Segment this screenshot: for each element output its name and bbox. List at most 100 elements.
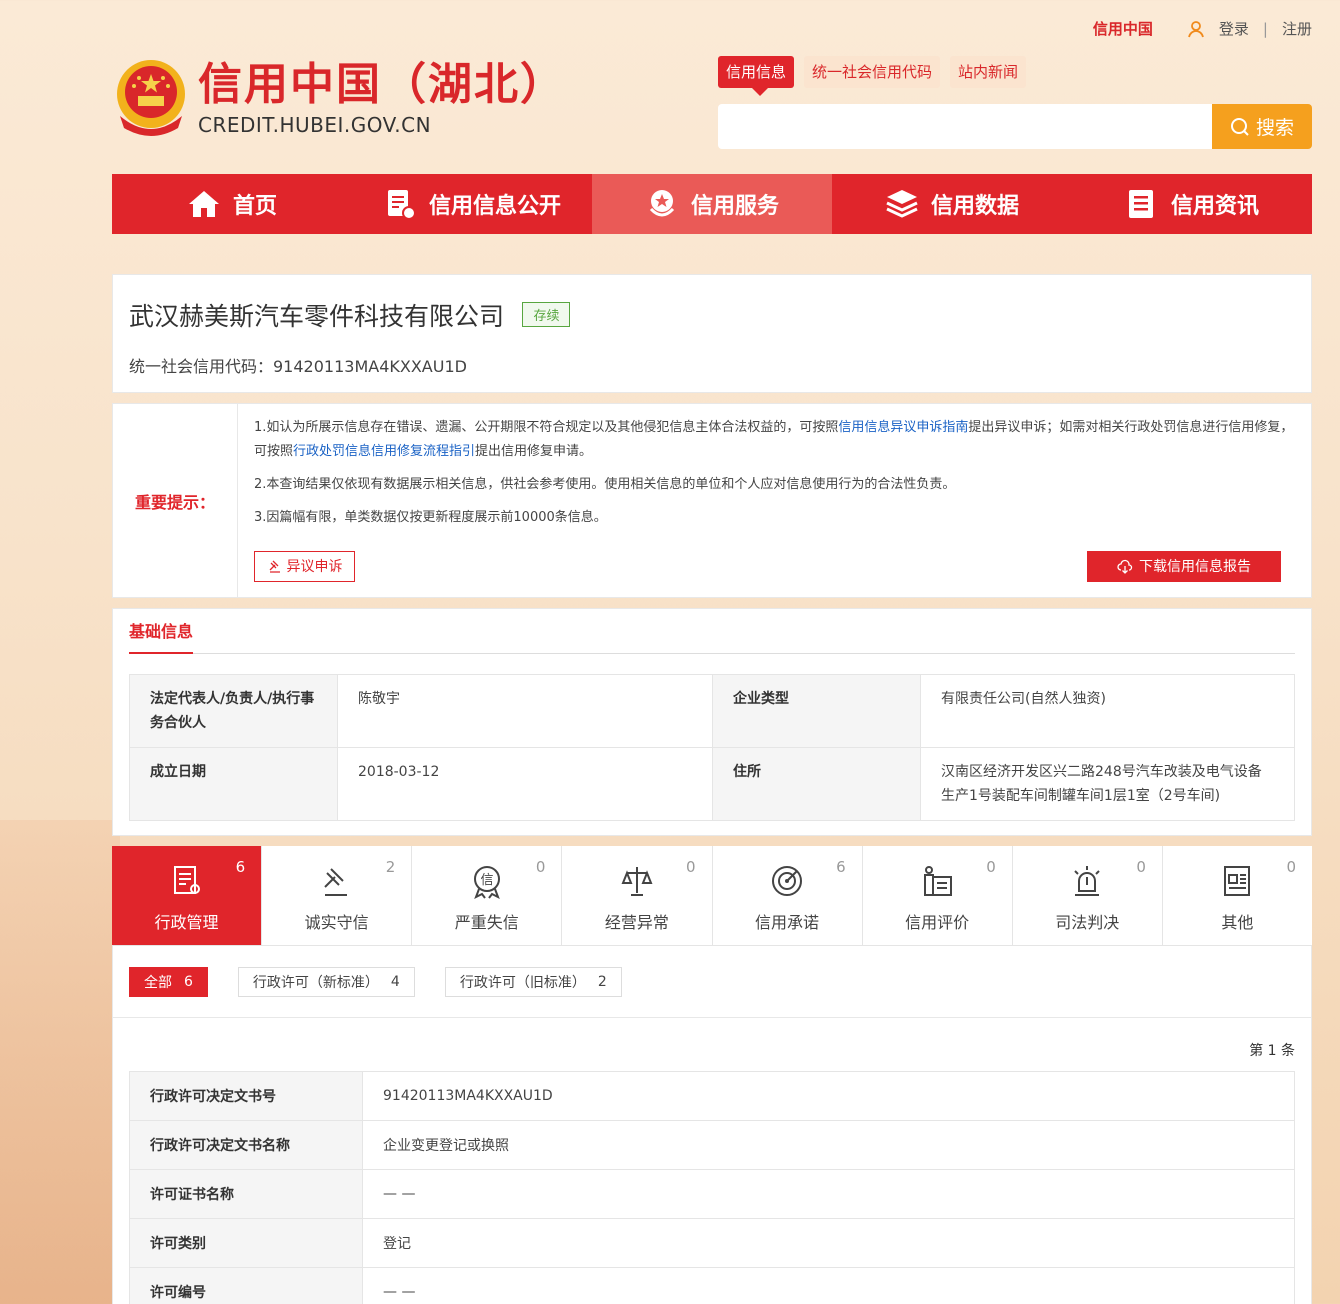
nav-item-credit-news[interactable]: 信用资讯	[1072, 174, 1312, 234]
objection-guide-link[interactable]: 信用信息异议申诉指南	[838, 420, 968, 435]
nav-item-credit-data[interactable]: 信用数据	[832, 174, 1072, 234]
gavel-icon	[323, 868, 347, 896]
info-key: 住所	[712, 747, 921, 821]
nav-item-home[interactable]: 首页	[112, 174, 352, 234]
category-count: 6	[235, 858, 246, 876]
basic-info-title: 基础信息	[129, 609, 194, 654]
notice-line-3: 3.因篇幅有限，单类数据仅按更新程度展示前10000条信息。	[254, 510, 607, 525]
scales-icon	[621, 867, 653, 896]
site-logo[interactable]: 信用中国（湖北） CREDIT.HUBEI.GOV.CN	[112, 56, 566, 138]
top-brand-link[interactable]: 信用中国	[1093, 18, 1153, 39]
info-value: 汉南区经济开发区兴二路248号汽车改装及电气设备生产1号装配车间制罐车间1层1室…	[920, 747, 1295, 821]
category-label: 信用承诺	[755, 913, 820, 932]
notice-label: 重要提示：	[113, 404, 238, 597]
category-tab-credit-evaluation[interactable]: 0 信用评价	[862, 846, 1013, 945]
company-name: 武汉赫美斯汽车零件科技有限公司	[129, 302, 505, 331]
notice-body: 1.如认为所展示信息存在错误、遗漏、公开期限不符合规定以及其他侵犯信息主体合法权…	[238, 404, 1311, 597]
nav-label: 信用数据	[930, 194, 1019, 219]
news-icon	[1128, 190, 1153, 218]
notice-line-2: 2.本查询结果仅依现有数据展示相关信息，供社会参考使用。使用相关信息的单位和个人…	[254, 477, 956, 492]
record-table: 行政许可决定文书号 91420113MA4KXXAU1D 行政许可决定文书名称 企业…	[129, 1071, 1295, 1304]
category-count: 0	[986, 858, 996, 876]
category-tab-judicial[interactable]: 0 司法判决	[1012, 846, 1163, 945]
record-key: 许可类别	[129, 1218, 363, 1268]
category-label: 司法判决	[1055, 913, 1120, 932]
search-tabs: 信用信息 统一社会信用代码 站内新闻	[718, 56, 1027, 96]
search-button[interactable]: 搜索	[1212, 104, 1312, 149]
target-icon	[772, 866, 803, 896]
record-key: 行政许可决定文书号	[129, 1071, 363, 1121]
nav-item-credit-disclosure[interactable]: 信用信息公开	[352, 174, 592, 234]
info-value: 陈敬宇	[337, 674, 713, 748]
table-row: 行政许可决定文书号 91420113MA4KXXAU1D	[129, 1071, 1295, 1121]
category-label: 诚实守信	[304, 913, 369, 932]
filter-bar: 全部 6 行政许可（新标准） 4 行政许可（旧标准） 2	[112, 946, 1312, 1018]
credit-seal-icon: 信	[473, 866, 500, 899]
top-bar: 信用中国 登录 | 注册	[1093, 18, 1312, 39]
main-nav: 首页 信用信息公开 信用服务 信用数据 信用资讯	[112, 174, 1312, 234]
nav-label: 信用信息公开	[428, 194, 561, 219]
register-link[interactable]: 注册	[1282, 18, 1312, 39]
document-badge-icon	[387, 190, 416, 220]
download-report-button[interactable]: 下载信用信息报告	[1087, 551, 1281, 582]
search-tab-site-news[interactable]: 站内新闻	[950, 56, 1027, 88]
login-link[interactable]: 登录	[1219, 18, 1249, 39]
category-count: 0	[1286, 858, 1296, 876]
record-value: 登记	[362, 1218, 1295, 1268]
category-tab-business-abnormal[interactable]: 0 经营异常	[562, 846, 713, 945]
table-row: 法定代表人/负责人/执行事务合伙人 陈敬宇 企业类型 有限责任公司(自然人独资)	[129, 674, 1295, 748]
search-box: 搜索	[718, 104, 1312, 149]
info-value: 有限责任公司(自然人独资)	[920, 674, 1295, 748]
record-value: — —	[362, 1267, 1295, 1304]
site-domain: CREDIT.HUBEI.GOV.CN	[198, 113, 432, 137]
info-key: 企业类型	[712, 674, 921, 748]
table-row: 许可编号 — —	[129, 1267, 1295, 1304]
basic-info-header: 基础信息	[129, 609, 1295, 654]
category-count: 0	[1136, 858, 1146, 876]
credit-code: 统一社会信用代码：91420113MA4KXXAU1D	[129, 357, 467, 376]
category-tab-serious-dishonesty[interactable]: 0 信 严重失信	[412, 846, 563, 945]
record-value: 企业变更登记或换照	[362, 1120, 1295, 1170]
category-label: 信用评价	[905, 913, 970, 932]
category-tab-credit-promise[interactable]: 6 信用承诺	[712, 846, 863, 945]
category-count: 0	[685, 858, 696, 876]
site-title: 信用中国（湖北）	[198, 59, 566, 110]
category-tab-integrity[interactable]: 2 诚实守信	[262, 846, 413, 945]
gavel-icon	[269, 560, 280, 573]
table-row: 行政许可决定文书名称 企业变更登记或换照	[129, 1120, 1295, 1170]
info-value: 2018-03-12	[337, 747, 713, 821]
table-row: 许可证书名称 — —	[129, 1169, 1295, 1219]
record-count: 第 1 条	[1249, 1043, 1295, 1059]
alarm-light-icon	[1074, 866, 1101, 896]
info-key: 法定代表人/负责人/执行事务合伙人	[129, 674, 338, 748]
objection-button[interactable]: 异议申诉	[254, 551, 355, 582]
basic-info-table: 法定代表人/负责人/执行事务合伙人 陈敬宇 企业类型 有限责任公司(自然人独资)…	[129, 674, 1295, 821]
category-tab-admin[interactable]: 6 行政管理	[112, 846, 263, 945]
nav-label: 信用资讯	[1170, 194, 1259, 219]
nav-item-credit-service[interactable]: 信用服务	[592, 174, 832, 234]
category-label: 严重失信	[454, 913, 519, 932]
record-key: 行政许可决定文书名称	[129, 1120, 363, 1170]
background-decoration	[0, 820, 120, 1304]
service-medal-icon	[649, 190, 675, 217]
company-header: 武汉赫美斯汽车零件科技有限公司 存续 统一社会信用代码：91420113MA4K…	[112, 274, 1312, 393]
search-button-label: 搜索	[1255, 117, 1294, 139]
record-key: 许可证书名称	[129, 1169, 363, 1219]
user-icon	[1188, 20, 1204, 37]
record-value: 91420113MA4KXXAU1D	[362, 1071, 1295, 1121]
admin-doc-icon	[173, 866, 200, 894]
repair-guide-link[interactable]: 行政处罚信息信用修复流程指引	[293, 444, 475, 459]
search-tab-credit-code[interactable]: 统一社会信用代码	[804, 56, 941, 88]
search-input[interactable]	[718, 104, 1212, 149]
evaluation-icon	[924, 866, 953, 896]
status-badge: 存续	[522, 302, 571, 327]
nav-label: 信用服务	[690, 194, 779, 219]
filter-license-new[interactable]: 行政许可（新标准） 4	[237, 967, 415, 997]
records-panel: 第 1 条 行政许可决定文书号 91420113MA4KXXAU1D 行政许可决定…	[112, 1018, 1312, 1304]
record-value: — —	[362, 1169, 1295, 1219]
notice-line-1: 1.如认为所展示信息存在错误、遗漏、公开期限不符合规定以及其他侵犯信息主体合法权…	[254, 420, 1294, 459]
filter-all[interactable]: 全部 6	[129, 967, 208, 997]
category-tab-other[interactable]: 0 其他	[1162, 846, 1312, 945]
search-tab-credit-info[interactable]: 信用信息	[718, 56, 795, 96]
filter-license-old[interactable]: 行政许可（旧标准） 2	[444, 967, 622, 997]
